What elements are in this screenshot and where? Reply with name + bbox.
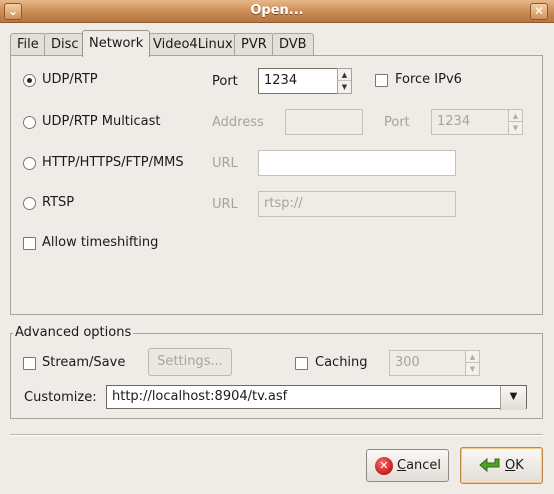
customize-combo[interactable]: http://localhost:8904/tv.asf: [106, 385, 527, 409]
customize-input[interactable]: http://localhost:8904/tv.asf: [112, 389, 287, 404]
ok-arrow-icon: [479, 457, 500, 473]
close-button[interactable]: ✕: [530, 3, 548, 20]
arrow-up-icon[interactable]: ▲: [338, 69, 351, 81]
multicast-port-input[interactable]: 1234: [431, 109, 509, 135]
arrow-up-icon[interactable]: ▲: [509, 110, 522, 122]
arrow-down-icon[interactable]: ▼: [466, 363, 479, 375]
tab-pvr[interactable]: PVR: [234, 33, 274, 56]
force-ipv6-checkbox[interactable]: [375, 74, 388, 87]
http-url-label: URL: [212, 156, 238, 171]
title-bar[interactable]: ⌄ Open... ✕: [0, 0, 554, 23]
cancel-button-label: Cancel: [397, 458, 442, 473]
udp-multicast-label: UDP/RTP Multicast: [42, 114, 161, 129]
stream-save-label: Stream/Save: [42, 355, 126, 370]
rtsp-url-label: URL: [212, 197, 238, 212]
tab-disc[interactable]: Disc: [44, 33, 86, 56]
address-input[interactable]: [285, 109, 363, 135]
cancel-button[interactable]: ✕ Cancel: [366, 449, 449, 482]
arrow-up-icon[interactable]: ▲: [466, 351, 479, 363]
chevron-down-icon: ▼: [509, 391, 518, 402]
settings-button[interactable]: Settings...: [148, 348, 232, 376]
http-label: HTTP/HTTPS/FTP/MMS: [42, 155, 184, 170]
advanced-options-title: Advanced options: [13, 325, 134, 340]
force-ipv6-label: Force IPv6: [395, 72, 462, 87]
customize-dropdown-button[interactable]: ▼: [500, 386, 526, 410]
cancel-icon: ✕: [375, 457, 393, 475]
network-panel: [10, 55, 543, 315]
http-radio[interactable]: [23, 157, 36, 170]
rtsp-label: RTSP: [42, 195, 75, 210]
tab-network[interactable]: Network: [82, 30, 151, 57]
tab-dvb[interactable]: DVB: [272, 33, 314, 56]
port-label: Port: [212, 74, 238, 89]
allow-timeshifting-label: Allow timeshifting: [42, 235, 159, 250]
udp-rtp-label: UDP/RTP: [42, 72, 98, 87]
caching-label: Caching: [315, 355, 368, 370]
customize-label: Customize:: [24, 390, 97, 405]
arrow-down-icon[interactable]: ▼: [338, 81, 351, 93]
tab-file[interactable]: File: [10, 33, 46, 56]
udp-rtp-radio[interactable]: [23, 74, 36, 87]
udp-multicast-radio[interactable]: [23, 116, 36, 129]
caching-stepper[interactable]: ▲ ▼: [465, 350, 480, 376]
port-input[interactable]: 1234: [258, 68, 338, 94]
stream-save-checkbox[interactable]: [23, 357, 36, 370]
close-icon: ✕: [533, 4, 545, 18]
ok-button-label: OK: [505, 458, 524, 473]
multicast-port-stepper[interactable]: ▲ ▼: [508, 109, 523, 135]
arrow-down-icon[interactable]: ▼: [509, 122, 522, 134]
tab-video4linux[interactable]: Video4Linux: [146, 33, 240, 56]
port-stepper[interactable]: ▲ ▼: [337, 68, 352, 94]
rtsp-radio[interactable]: [23, 197, 36, 210]
http-url-input[interactable]: [258, 150, 456, 176]
button-separator: [10, 434, 543, 436]
rtsp-url-input[interactable]: rtsp://: [258, 191, 456, 217]
ok-button[interactable]: OK: [460, 447, 543, 484]
multicast-port-label: Port: [384, 115, 410, 130]
address-label: Address: [212, 115, 264, 130]
caching-checkbox[interactable]: [295, 357, 308, 370]
caching-input[interactable]: 300: [389, 350, 466, 376]
allow-timeshifting-checkbox[interactable]: [23, 237, 36, 250]
window-title: Open...: [250, 3, 304, 18]
open-dialog: ⌄ Open... ✕ File Disc Network Video4Linu…: [0, 0, 554, 494]
